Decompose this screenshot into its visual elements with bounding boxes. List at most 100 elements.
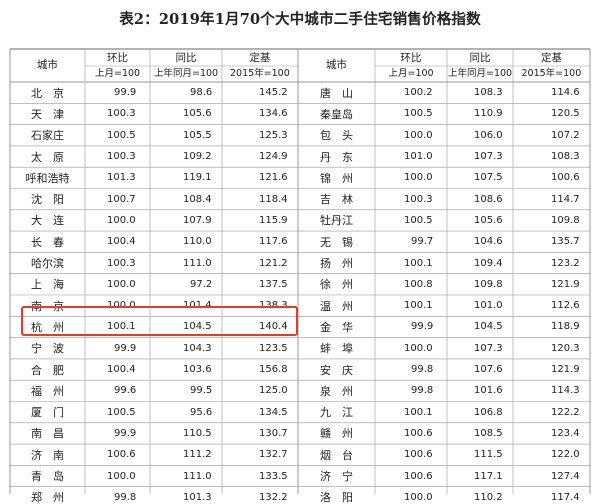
yoy-value: 106.8 [474, 406, 503, 418]
mom-value: 99.9 [411, 321, 434, 333]
mom-value: 100.4 [107, 236, 136, 248]
yoy-value: 108.6 [474, 193, 503, 205]
fixed-value: 125.0 [259, 385, 288, 397]
fixed-value: 145.2 [259, 87, 288, 99]
mom-value: 100.3 [404, 193, 433, 205]
fixed-value: 121.2 [259, 257, 288, 269]
mom-value: 100.2 [404, 87, 433, 99]
fixed-value: 121.6 [259, 172, 288, 184]
mom-value: 100.1 [404, 406, 433, 418]
mom-value: 99.8 [411, 364, 434, 376]
fixed-value: 115.9 [259, 214, 288, 226]
fixed-value: 137.5 [259, 278, 288, 290]
mom-value: 100.3 [107, 257, 136, 269]
fixed-value: 125.3 [259, 129, 288, 141]
mom-value: 100.6 [404, 427, 433, 439]
city-name: 济 宁 [320, 470, 353, 484]
fixed-value: 117.6 [259, 236, 288, 248]
city-name: 泉 州 [320, 384, 353, 398]
city-name: 哈尔滨 [31, 257, 64, 271]
yoy-value: 110.0 [183, 236, 212, 248]
fixed-value: 123.2 [551, 257, 580, 269]
mom-value: 101.3 [107, 172, 136, 184]
fixed-value: 130.7 [259, 427, 288, 439]
yoy-value: 107.9 [183, 214, 212, 226]
fixed-value: 123.5 [259, 342, 288, 354]
header-fixed-base-right: 2015年=100 [521, 68, 582, 79]
city-name: 秦皇岛 [320, 107, 353, 121]
mom-value: 100.0 [404, 172, 433, 184]
city-name: 北 京 [31, 86, 64, 100]
mom-value: 99.7 [411, 236, 434, 248]
yoy-value: 97.2 [190, 278, 213, 290]
fixed-value: 100.6 [551, 172, 580, 184]
city-name: 赣 州 [320, 427, 353, 441]
fixed-value: 108.3 [551, 151, 580, 163]
yoy-value: 119.1 [183, 172, 212, 184]
yoy-value: 108.3 [474, 87, 503, 99]
city-name: 包 头 [320, 129, 353, 143]
mom-value: 100.0 [404, 491, 433, 503]
mom-value: 99.9 [114, 87, 137, 99]
header-fixed-right: 定基 [541, 52, 562, 64]
yoy-value: 103.6 [183, 364, 212, 376]
mom-value: 100.0 [107, 214, 136, 226]
yoy-value: 107.5 [474, 172, 503, 184]
fixed-value: 114.7 [551, 193, 580, 205]
yoy-value: 101.3 [183, 491, 212, 503]
fixed-value: 122.2 [551, 406, 580, 418]
fixed-value: 121.9 [551, 364, 580, 376]
city-name: 无 锡 [320, 235, 353, 249]
fixed-value: 121.9 [551, 278, 580, 290]
mom-value: 100.5 [107, 129, 136, 141]
yoy-value: 111.0 [183, 257, 212, 269]
city-name: 安 庆 [320, 363, 353, 377]
city-name: 福 州 [31, 384, 64, 398]
city-name: 上 海 [31, 278, 64, 292]
fixed-value: 120.3 [551, 342, 580, 354]
yoy-value: 110.2 [474, 491, 503, 503]
city-name: 长 春 [31, 235, 64, 249]
city-name: 沈 阳 [31, 193, 64, 207]
city-name: 济 南 [31, 448, 64, 462]
mom-value: 99.9 [114, 427, 137, 439]
city-name: 宁 波 [31, 342, 64, 356]
yoy-value: 111.5 [474, 449, 503, 461]
fixed-value: 127.4 [551, 470, 580, 482]
city-name: 合 肥 [31, 363, 64, 377]
mom-value: 99.8 [411, 385, 434, 397]
price-index-table: 城市 环比 上月=100 同比 上年同月=100 定基 2015年=100 城市 环比 上月=10… [0, 0, 600, 503]
header-mom-left: 环比 [107, 52, 128, 64]
city-name: 锦 州 [320, 171, 353, 185]
header-yoy-right: 同比 [469, 52, 491, 64]
city-name: 呼和浩特 [25, 171, 70, 185]
city-name: 南 昌 [31, 427, 64, 441]
mom-value: 100.0 [107, 278, 136, 290]
yoy-value: 109.4 [474, 257, 503, 269]
header-yoy-base-right: 上年同月=100 [448, 68, 513, 79]
mom-value: 99.8 [114, 491, 137, 503]
mom-value: 100.1 [404, 257, 433, 269]
fixed-value: 135.7 [551, 236, 580, 248]
city-name: 九 江 [320, 406, 353, 420]
fixed-value: 122.0 [551, 449, 580, 461]
mom-value: 100.0 [404, 342, 433, 354]
mom-value: 100.0 [107, 470, 136, 482]
yoy-value: 101.0 [474, 300, 503, 312]
mom-value: 100.6 [107, 449, 136, 461]
mom-value: 100.3 [107, 108, 136, 120]
header-mom-base-left: 上月=100 [95, 68, 141, 79]
city-name: 唐 山 [320, 86, 353, 100]
mom-value: 100.3 [107, 151, 136, 163]
city-name: 牡丹江 [320, 214, 353, 228]
header-city-right: 城市 [326, 59, 347, 71]
yoy-value: 111.2 [183, 449, 212, 461]
fixed-value: 109.8 [551, 214, 580, 226]
fixed-value: 133.5 [259, 470, 288, 482]
fixed-value: 118.4 [259, 193, 288, 205]
fixed-value: 114.3 [551, 385, 580, 397]
yoy-value: 108.4 [183, 193, 212, 205]
fixed-value: 132.2 [259, 491, 288, 503]
mom-value: 100.5 [107, 406, 136, 418]
yoy-value: 107.6 [474, 364, 503, 376]
